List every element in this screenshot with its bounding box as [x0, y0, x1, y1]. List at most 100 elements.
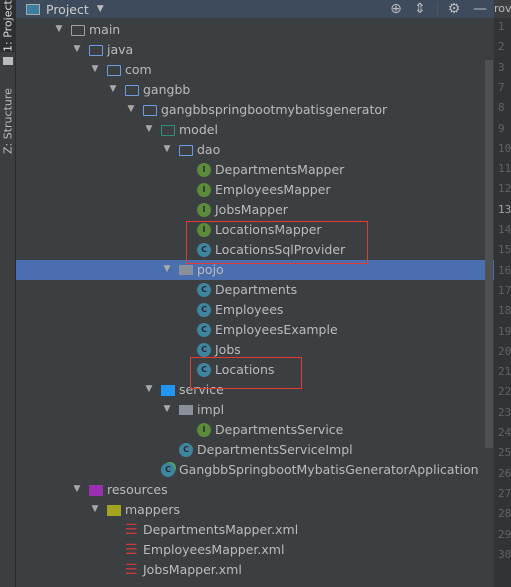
- tree-item-label: DepartmentsMapper: [215, 162, 345, 177]
- tree-item[interactable]: I JobsMapper: [16, 200, 494, 220]
- class-icon: C: [179, 443, 193, 457]
- folder-icon: [125, 85, 139, 96]
- tree-item-label: impl: [197, 402, 225, 417]
- line-number: 24: [498, 426, 511, 439]
- line-number: 16: [498, 263, 511, 277]
- tree-item[interactable]: ▼ model: [16, 120, 494, 140]
- interface-icon: I: [197, 203, 211, 217]
- tab-project[interactable]: 1: Project: [0, 0, 16, 52]
- tree-item[interactable]: C GangbbSpringbootMybatisGeneratorApplica…: [16, 460, 494, 480]
- tree-item-label: main: [89, 22, 121, 37]
- tree-item[interactable]: ▼ impl: [16, 400, 494, 420]
- line-number: 30: [498, 547, 511, 561]
- folder-icon: [107, 505, 121, 516]
- tree-item[interactable]: I DepartmentsMapper: [16, 160, 494, 180]
- expand-arrow-icon[interactable]: ▼: [144, 124, 154, 134]
- tree-item-label: mappers: [125, 502, 181, 517]
- line-number: 23: [498, 405, 511, 419]
- tree-item-label: pojo: [197, 262, 224, 277]
- expand-arrow-icon[interactable]: ▼: [162, 404, 172, 414]
- editor-tab[interactable]: rov: [494, 0, 511, 18]
- highlight-box: [186, 221, 368, 264]
- line-number: 14: [498, 223, 511, 236]
- class-icon: C: [197, 283, 211, 297]
- tree-item[interactable]: ▼ dao: [16, 140, 494, 160]
- tree-item[interactable]: ▼ gangbbspringbootmybatisgenerator: [16, 100, 494, 120]
- service-folder-icon: [161, 385, 175, 396]
- locate-icon[interactable]: ⊕: [388, 0, 404, 18]
- tree-item-label: Departments: [215, 282, 298, 297]
- tree-item[interactable]: ▼ main: [16, 20, 494, 40]
- expand-arrow-icon[interactable]: ▼: [90, 64, 100, 74]
- expand-arrow-icon[interactable]: ▼: [162, 264, 172, 274]
- tree-item-label: EmployeesExample: [215, 322, 338, 337]
- line-number: 17: [498, 283, 511, 297]
- expand-arrow-icon[interactable]: ▼: [72, 44, 82, 54]
- tree-item[interactable]: C Departments: [16, 280, 494, 300]
- interface-icon: I: [197, 183, 211, 197]
- line-number: 18: [498, 304, 511, 318]
- tree-item[interactable]: I EmployeesMapper: [16, 180, 494, 200]
- tree-item[interactable]: C DepartmentsServiceImpl: [16, 440, 494, 460]
- tab-label: Z: Structure: [1, 88, 15, 154]
- tree-item[interactable]: ▼ com: [16, 60, 494, 80]
- interface-icon: I: [197, 423, 211, 437]
- scrollbar[interactable]: [485, 60, 493, 448]
- line-number: 10: [498, 141, 511, 155]
- tree-item-label: JobsMapper.xml: [143, 562, 242, 577]
- resources-folder-icon: [89, 485, 103, 496]
- xml-file-icon: ☰: [125, 542, 138, 558]
- project-tree[interactable]: ▼ main ▼ java ▼ com ▼ gangbb ▼ gangbbspringbootmy…: [16, 18, 494, 587]
- minimize-icon[interactable]: —: [472, 0, 488, 18]
- tree-item-label: EmployeesMapper.xml: [143, 542, 285, 557]
- folder-icon: [143, 105, 157, 116]
- divider: [437, 2, 438, 16]
- folder-icon: [89, 45, 103, 56]
- tree-item[interactable]: ☰ EmployeesMapper.xml: [16, 540, 494, 560]
- line-number: 2: [498, 40, 505, 54]
- line-number: 21: [498, 365, 511, 379]
- expand-arrow-icon[interactable]: ▼: [54, 24, 64, 34]
- panel-title[interactable]: Project: [46, 2, 89, 17]
- tree-item-label: GangbbSpringbootMybatisGeneratorApplicat…: [179, 462, 479, 477]
- tab-structure[interactable]: Z: Structure: [0, 84, 16, 158]
- project-icon: [26, 3, 40, 15]
- tree-item-label: JobsMapper: [215, 202, 288, 217]
- tree-item[interactable]: C EmployeesExample: [16, 320, 494, 340]
- tree-item-label: DepartmentsServiceImpl: [197, 442, 353, 457]
- tree-item[interactable]: ☰ DepartmentsMapper.xml: [16, 520, 494, 540]
- line-number: 22: [498, 385, 511, 399]
- tree-item[interactable]: ▼ resources: [16, 480, 494, 500]
- line-number: 20: [498, 344, 511, 358]
- line-number: 26: [498, 466, 511, 480]
- expand-arrow-icon[interactable]: ▼: [90, 504, 100, 514]
- tree-item[interactable]: C Employees: [16, 300, 494, 320]
- tree-item[interactable]: ☰ JobsMapper.xml: [16, 560, 494, 580]
- gear-icon[interactable]: ⚙: [446, 0, 462, 18]
- tree-item[interactable]: ▼ mappers: [16, 500, 494, 520]
- tree-item-label: EmployeesMapper: [215, 182, 331, 197]
- class-icon: C: [197, 343, 211, 357]
- tree-item-label: DepartmentsService: [215, 422, 344, 437]
- tree-item-label: model: [179, 122, 218, 137]
- line-number: 11: [498, 162, 511, 176]
- tree-item-label: resources: [107, 482, 168, 497]
- project-folder-icon: [3, 57, 13, 65]
- tree-item[interactable]: I DepartmentsService: [16, 420, 494, 440]
- line-number: 9: [498, 121, 505, 135]
- tree-item[interactable]: ▼ gangbb: [16, 80, 494, 100]
- chevron-down-icon[interactable]: ▼: [97, 4, 104, 14]
- xml-file-icon: ☰: [125, 522, 138, 538]
- collapse-all-icon[interactable]: ⇕: [412, 0, 428, 18]
- folder-icon: [161, 125, 175, 136]
- line-number: 12: [498, 182, 511, 196]
- expand-arrow-icon[interactable]: ▼: [72, 484, 82, 494]
- tree-item[interactable]: ▼ java: [16, 40, 494, 60]
- folder-icon: [71, 25, 85, 36]
- expand-arrow-icon[interactable]: ▼: [144, 384, 154, 394]
- expand-arrow-icon[interactable]: ▼: [162, 144, 172, 154]
- folder-icon: [179, 145, 193, 156]
- tree-item-label: com: [125, 62, 152, 77]
- expand-arrow-icon[interactable]: ▼: [126, 104, 136, 114]
- expand-arrow-icon[interactable]: ▼: [108, 84, 118, 94]
